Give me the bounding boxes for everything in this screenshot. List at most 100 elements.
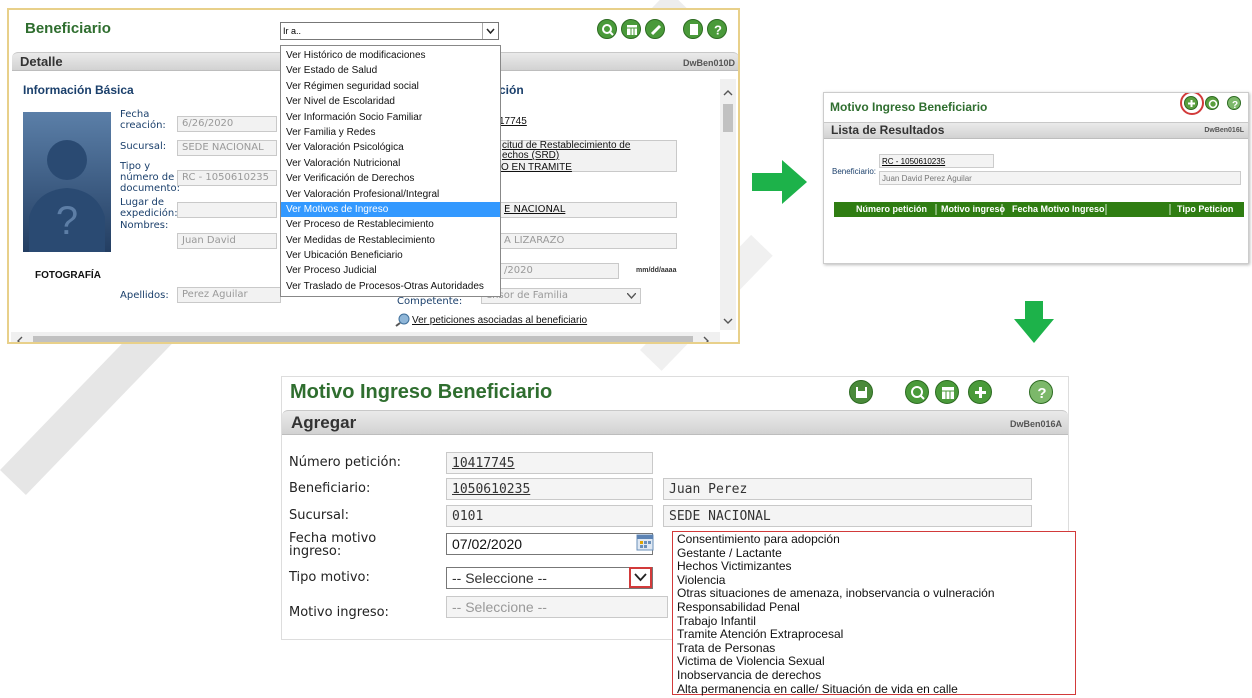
tipo-motivo-option[interactable]: Responsabilidad Penal: [673, 600, 1075, 615]
svg-text:?: ?: [1037, 385, 1046, 402]
goto-menu: Ver Histórico de modificaciones Ver Estad…: [280, 45, 501, 297]
tipo-motivo-option[interactable]: Trata de Personas: [673, 641, 1075, 656]
label-tipo-documento: Tipo y número de documento:: [120, 161, 180, 194]
tipo-motivo-options: Consentimiento para adopción Gestante / L…: [672, 531, 1076, 695]
field-sede: E NACIONAL: [499, 202, 677, 218]
col-fecha-motivo[interactable]: Fecha Motivo Ingreso: [1012, 204, 1105, 214]
goto-menu-item[interactable]: Ver Ubicación Beneficiario: [281, 248, 500, 263]
label-motivo-ingreso: Motivo ingreso:: [289, 605, 389, 620]
tipo-motivo-option[interactable]: Trabajo Infantil: [673, 614, 1075, 629]
vertical-scrollbar[interactable]: [720, 79, 736, 330]
tipo-motivo-option[interactable]: Tramite Atención Extraprocesal: [673, 628, 1075, 642]
tipo-motivo-option[interactable]: Consentimiento para adopción: [673, 532, 1075, 547]
label-apellidos: Apellidos:: [120, 290, 169, 301]
chevron-down-icon: [627, 293, 636, 299]
goto-menu-item[interactable]: Ver Valoración Nutricional: [281, 156, 500, 171]
svg-text:?: ?: [56, 199, 78, 243]
goto-menu-item[interactable]: Ver Régimen seguridad social: [281, 79, 500, 94]
page-title: Beneficiario: [25, 20, 111, 37]
tipo-motivo-option[interactable]: Alta permanencia en calle/ Situación de …: [673, 682, 1075, 697]
select-tipo-motivo[interactable]: -- Seleccione --: [446, 567, 653, 589]
lista-header: Lista de Resultados DwBen016L: [824, 122, 1248, 139]
arrow-right-icon: [752, 160, 807, 204]
goto-menu-item[interactable]: Ver Verificación de Derechos: [281, 171, 500, 186]
tipo-motivo-option[interactable]: Inobservancia de derechos: [673, 668, 1075, 683]
beneficiario-window: Beneficiario ? Detalle DwBen010D Informa…: [7, 8, 740, 344]
goto-menu-item[interactable]: Ver Estado de Salud: [281, 63, 500, 78]
help-icon[interactable]: ?: [1227, 96, 1241, 111]
calendar-icon[interactable]: [935, 380, 959, 404]
label-beneficiario: Beneficiario:: [832, 167, 877, 176]
refresh-icon[interactable]: [1205, 96, 1219, 110]
solicitud-line2: echos (SRD): [502, 150, 560, 161]
link-ver-peticiones[interactable]: Ver peticiones asociadas al beneficiario: [412, 315, 587, 326]
screen-code: DwBen010D: [682, 58, 735, 68]
goto-menu-item[interactable]: Ver Información Socio Familiar: [281, 110, 500, 125]
search-icon[interactable]: [905, 380, 929, 404]
field-funcionario: A LIZARAZO: [499, 233, 677, 249]
tipo-motivo-option[interactable]: Victima de Violencia Sexual: [673, 655, 1075, 669]
add-icon[interactable]: [1184, 96, 1198, 110]
goto-select[interactable]: Ir a..: [280, 22, 499, 40]
search-icon[interactable]: [597, 19, 617, 39]
select-motivo-ingreso[interactable]: -- Seleccione --: [446, 596, 668, 618]
goto-menu-item[interactable]: Ver Proceso Judicial: [281, 263, 500, 278]
doc-type: RC: [182, 172, 196, 183]
label-numero-peticion: Número petición:: [289, 455, 402, 470]
tipo-motivo-option[interactable]: Violencia: [673, 573, 1075, 588]
help-icon[interactable]: ?: [707, 19, 727, 39]
goto-menu-item[interactable]: Ver Motivos de Ingreso: [281, 201, 500, 218]
label-tipo-motivo: Tipo motivo:: [289, 570, 370, 585]
dropdown-chevron-icon[interactable]: [482, 23, 498, 39]
field-nombres: Juan David: [177, 233, 277, 249]
field-sucursal-codigo: 0101: [446, 505, 653, 527]
section-title: Lista de Resultados: [831, 123, 945, 137]
field-beneficiario-nombre: Juan Perez: [663, 478, 1032, 500]
goto-menu-item[interactable]: Ver Traslado de Procesos-Otras Autoridad…: [281, 279, 500, 294]
field-beneficiario-nombre: Juan David Perez Aguilar: [879, 171, 1241, 185]
goto-menu-item[interactable]: Ver Medidas de Restablecimiento: [281, 233, 500, 248]
page-title: Motivo Ingreso Beneficiario: [830, 100, 988, 114]
dropdown-chevron-icon[interactable]: [629, 567, 652, 588]
goto-menu-item[interactable]: Ver Nivel de Escolaridad: [281, 94, 500, 109]
results-table-header: Número petición Motivo ingreso Fecha Mot…: [834, 202, 1244, 217]
col-numero-peticion[interactable]: Número petición: [856, 204, 927, 214]
label-sucursal: Sucursal:: [120, 141, 167, 152]
page-title: Motivo Ingreso Beneficiario: [290, 381, 553, 403]
section-title: Detalle: [20, 54, 63, 69]
goto-menu-item[interactable]: Ver Valoración Psicológica: [281, 140, 500, 155]
goto-menu-item[interactable]: Ver Valoración Profesional/Integral: [281, 187, 500, 202]
goto-menu-item[interactable]: Ver Proceso de Restablecimiento: [281, 217, 500, 232]
field-numero-peticion: 10417745: [446, 452, 653, 474]
tipo-motivo-option[interactable]: Gestante / Lactante: [673, 546, 1075, 561]
col-tipo-peticion[interactable]: Tipo Peticion: [1177, 204, 1233, 214]
edit-icon[interactable]: [645, 19, 665, 39]
select-competente[interactable]: ensor de Familia: [481, 288, 641, 304]
section-title: Agregar: [291, 413, 357, 432]
field-beneficiario-doc: RC - 1050610235: [879, 154, 994, 168]
horizontal-scrollbar[interactable]: [11, 332, 720, 342]
doc-number: - 1050610235: [198, 172, 270, 183]
goto-select-value: Ir a..: [283, 26, 302, 36]
field-fecha-creacion: 6/26/2020: [177, 116, 277, 132]
field-sucursal: SEDE NACIONAL: [177, 140, 277, 156]
field-numero-peticion[interactable]: 17745: [499, 116, 527, 127]
goto-menu-item[interactable]: Ver Familia y Redes: [281, 125, 500, 140]
select-tipo-motivo-value: -- Seleccione --: [452, 570, 547, 586]
calendar-icon[interactable]: [621, 19, 641, 39]
col-motivo-ingreso[interactable]: Motivo ingreso: [941, 204, 1005, 214]
save-icon[interactable]: [849, 380, 873, 404]
arrow-down-icon: [1014, 301, 1054, 343]
tipo-motivo-option[interactable]: Otras situaciones de amenaza, inobservan…: [673, 587, 1075, 601]
help-icon[interactable]: ?: [1029, 380, 1053, 404]
tipo-motivo-option[interactable]: Hechos Victimizantes: [673, 560, 1075, 574]
goto-menu-item[interactable]: Ver Histórico de modificaciones: [281, 48, 500, 63]
add-icon[interactable]: [968, 380, 992, 404]
svg-text:?: ?: [1232, 100, 1238, 111]
photo-placeholder: ?: [23, 112, 111, 252]
input-fecha-motivo[interactable]: 07/02/2020: [446, 533, 653, 555]
calendar-picker-icon[interactable]: [635, 532, 655, 552]
label-competente: Competente:: [397, 296, 463, 307]
section-basic-info: Información Básica: [23, 83, 134, 97]
document-icon[interactable]: [683, 19, 703, 39]
